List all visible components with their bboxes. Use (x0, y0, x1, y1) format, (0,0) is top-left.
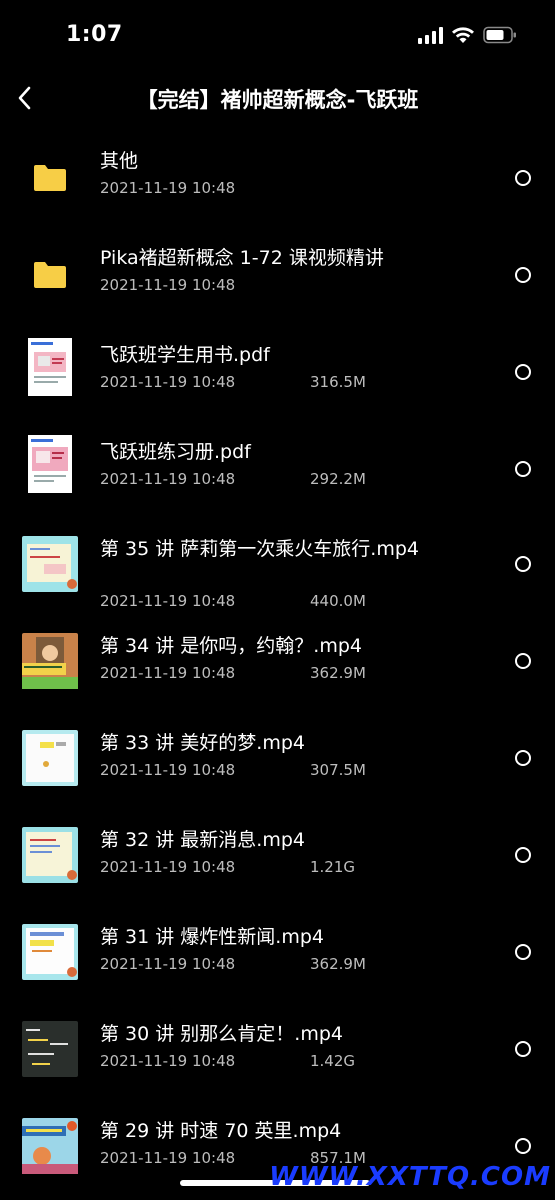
file-meta: 2021-11-19 10:48 307.5M (100, 761, 366, 779)
file-size: 362.9M (310, 664, 366, 682)
page-title: 【完结】褚帅超新概念-飞跃班 (136, 88, 419, 112)
list-item[interactable]: 飞跃班学生用书.pdf 2021-11-19 10:48 316.5M (0, 324, 555, 420)
select-radio[interactable] (515, 267, 531, 283)
file-name: 其他 (100, 150, 139, 172)
cellular-signal-icon (418, 26, 443, 44)
file-date: 2021-11-19 10:48 (100, 373, 236, 391)
pdf-thumbnail (28, 435, 72, 493)
file-size: 1.42G (310, 1052, 356, 1070)
file-date: 2021-11-19 10:48 (100, 179, 236, 197)
file-size: 362.9M (310, 955, 366, 973)
file-name: 第 29 讲 时速 70 英里.mp4 (100, 1120, 342, 1142)
watermark-text: WWW.XXTTQ.COM (269, 1162, 551, 1192)
pdf-thumbnail (28, 338, 72, 396)
file-size: 307.5M (310, 761, 366, 779)
file-name: Pika褚超新概念 1-72 课视频精讲 (100, 247, 384, 269)
file-name: 第 34 讲 是你吗，约翰？.mp4 (100, 635, 362, 657)
file-meta: 2021-11-19 10:48 440.0M (100, 592, 366, 610)
file-size: 316.5M (310, 373, 366, 391)
select-radio[interactable] (515, 944, 531, 960)
file-name: 第 31 讲 爆炸性新闻.mp4 (100, 926, 324, 948)
file-meta: 2021-11-19 10:48 1.21G (100, 858, 355, 876)
file-date: 2021-11-19 10:48 (100, 761, 236, 779)
select-radio[interactable] (515, 750, 531, 766)
folder-icon (34, 262, 66, 288)
video-thumbnail (22, 633, 78, 689)
list-item[interactable]: 第 31 讲 爆炸性新闻.mp4 2021-11-19 10:48 362.9M (0, 906, 555, 1002)
file-meta: 2021-11-19 10:48 (100, 179, 235, 197)
list-item[interactable]: Pika褚超新概念 1-72 课视频精讲 2021-11-19 10:48 (0, 227, 555, 323)
file-size: 440.0M (310, 592, 366, 610)
list-item[interactable]: 其他 2021-11-19 10:48 (0, 130, 555, 226)
status-time: 1:07 (66, 22, 123, 47)
file-meta: 2021-11-19 10:48 362.9M (100, 664, 366, 682)
list-item[interactable]: 第 33 讲 美好的梦.mp4 2021-11-19 10:48 307.5M (0, 712, 555, 808)
file-date: 2021-11-19 10:48 (100, 1149, 236, 1167)
file-name: 第 33 讲 美好的梦.mp4 (100, 732, 305, 754)
file-meta: 2021-11-19 10:48 292.2M (100, 470, 366, 488)
file-name: 飞跃班练习册.pdf (100, 441, 251, 463)
file-meta: 2021-11-19 10:48 (100, 276, 235, 294)
file-name: 第 32 讲 最新消息.mp4 (100, 829, 305, 851)
video-thumbnail (22, 730, 78, 786)
file-date: 2021-11-19 10:48 (100, 955, 236, 973)
file-date: 2021-11-19 10:48 (100, 470, 236, 488)
list-item[interactable]: 第 30 讲 别那么肯定！.mp4 2021-11-19 10:48 1.42G (0, 1003, 555, 1099)
wifi-icon (451, 26, 475, 44)
select-radio[interactable] (515, 847, 531, 863)
file-meta: 2021-11-19 10:48 316.5M (100, 373, 366, 391)
select-radio[interactable] (515, 364, 531, 380)
file-name: 第 35 讲 萨莉第一次乘火车旅行.mp4 (100, 538, 419, 560)
folder-icon (34, 165, 66, 191)
select-radio[interactable] (515, 461, 531, 477)
video-thumbnail (22, 1118, 78, 1174)
video-thumbnail (22, 827, 78, 883)
status-bar: 1:07 (0, 0, 555, 72)
file-date: 2021-11-19 10:48 (100, 592, 236, 610)
file-date: 2021-11-19 10:48 (100, 858, 236, 876)
file-meta: 2021-11-19 10:48 1.42G (100, 1052, 355, 1070)
list-item[interactable]: 第 32 讲 最新消息.mp4 2021-11-19 10:48 1.21G (0, 809, 555, 905)
select-radio[interactable] (515, 653, 531, 669)
list-item[interactable]: 飞跃班练习册.pdf 2021-11-19 10:48 292.2M (0, 421, 555, 517)
select-radio[interactable] (515, 1041, 531, 1057)
video-thumbnail (22, 924, 78, 980)
file-date: 2021-11-19 10:48 (100, 1052, 236, 1070)
file-date: 2021-11-19 10:48 (100, 276, 236, 294)
file-name: 飞跃班学生用书.pdf (100, 344, 270, 366)
file-size: 1.21G (310, 858, 356, 876)
video-thumbnail (22, 1021, 78, 1077)
file-size: 292.2M (310, 470, 366, 488)
file-meta: 2021-11-19 10:48 362.9M (100, 955, 366, 973)
file-date: 2021-11-19 10:48 (100, 664, 236, 682)
battery-icon (483, 26, 517, 44)
select-radio[interactable] (515, 1138, 531, 1154)
video-thumbnail (22, 536, 78, 592)
file-meta: 2021-11-19 10:48 857.1M (100, 1149, 366, 1167)
file-name: 第 30 讲 别那么肯定！.mp4 (100, 1023, 343, 1045)
status-icons (418, 26, 517, 44)
nav-bar: 【完结】褚帅超新概念-飞跃班 (0, 72, 555, 126)
select-radio[interactable] (515, 556, 531, 572)
select-radio[interactable] (515, 170, 531, 186)
list-item[interactable]: 第 35 讲 萨莉第一次乘火车旅行.mp4 2021-11-19 10:48 4… (0, 518, 555, 628)
list-item[interactable]: 第 34 讲 是你吗，约翰？.mp4 2021-11-19 10:48 362.… (0, 615, 555, 711)
